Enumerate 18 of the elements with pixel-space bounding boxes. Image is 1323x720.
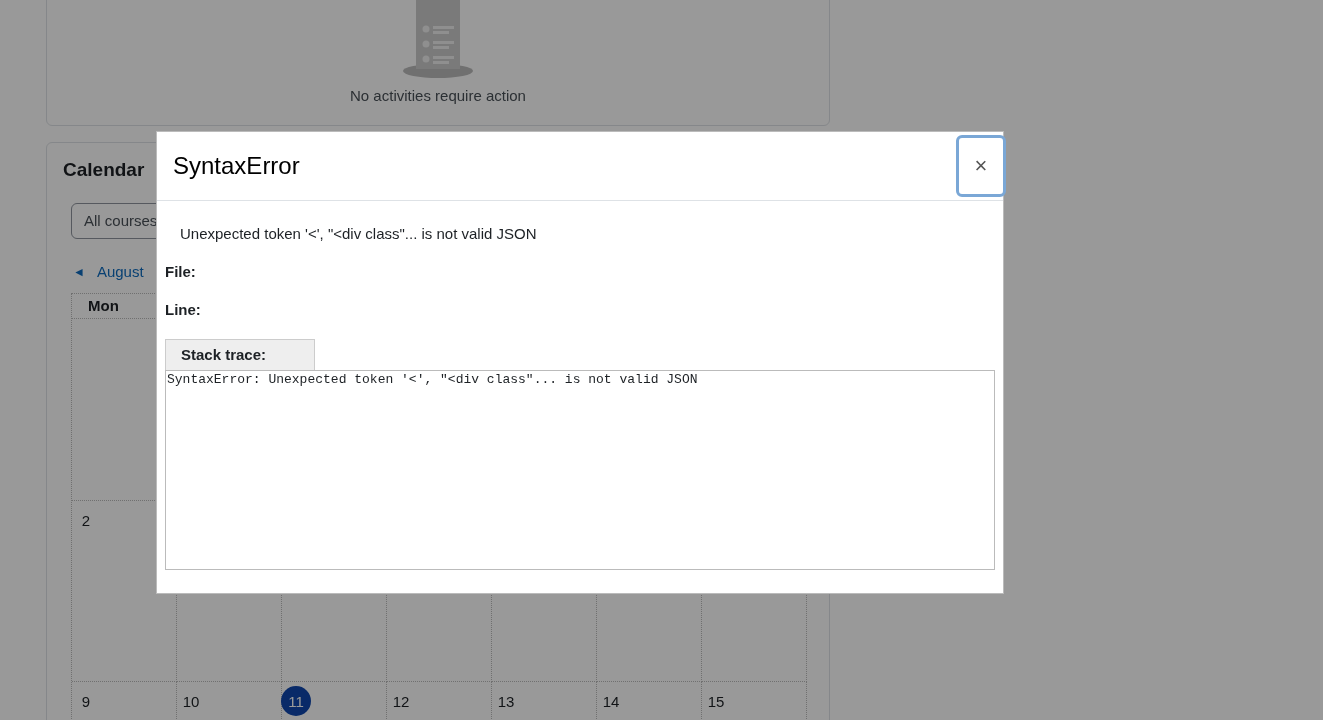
day-number[interactable]: 15 — [701, 686, 731, 716]
left-triangle-icon[interactable]: ◄ — [73, 264, 85, 279]
file-label: File: — [165, 263, 197, 282]
day-number[interactable]: 14 — [596, 686, 626, 716]
stack-trace-tab[interactable]: Stack trace: — [165, 339, 315, 370]
day-number[interactable]: 12 — [386, 686, 416, 716]
day-number[interactable]: 13 — [491, 686, 521, 716]
day-number[interactable]: 2 — [71, 505, 101, 535]
close-button[interactable]: × — [956, 135, 1006, 197]
stack-trace-box: SyntaxError: Unexpected token '<', "<div class"... is not valid JSON — [165, 370, 995, 570]
empty-message: No activities require action — [350, 87, 526, 104]
dialog-title: SyntaxError — [173, 152, 300, 180]
day-number[interactable]: 11 — [281, 686, 311, 716]
calendar-title: Calendar — [63, 159, 145, 181]
day-number[interactable]: 10 — [176, 686, 206, 716]
day-number[interactable]: 9 — [71, 686, 101, 716]
list-document-icon — [402, 0, 474, 79]
previous-month-link[interactable]: August — [96, 263, 144, 280]
